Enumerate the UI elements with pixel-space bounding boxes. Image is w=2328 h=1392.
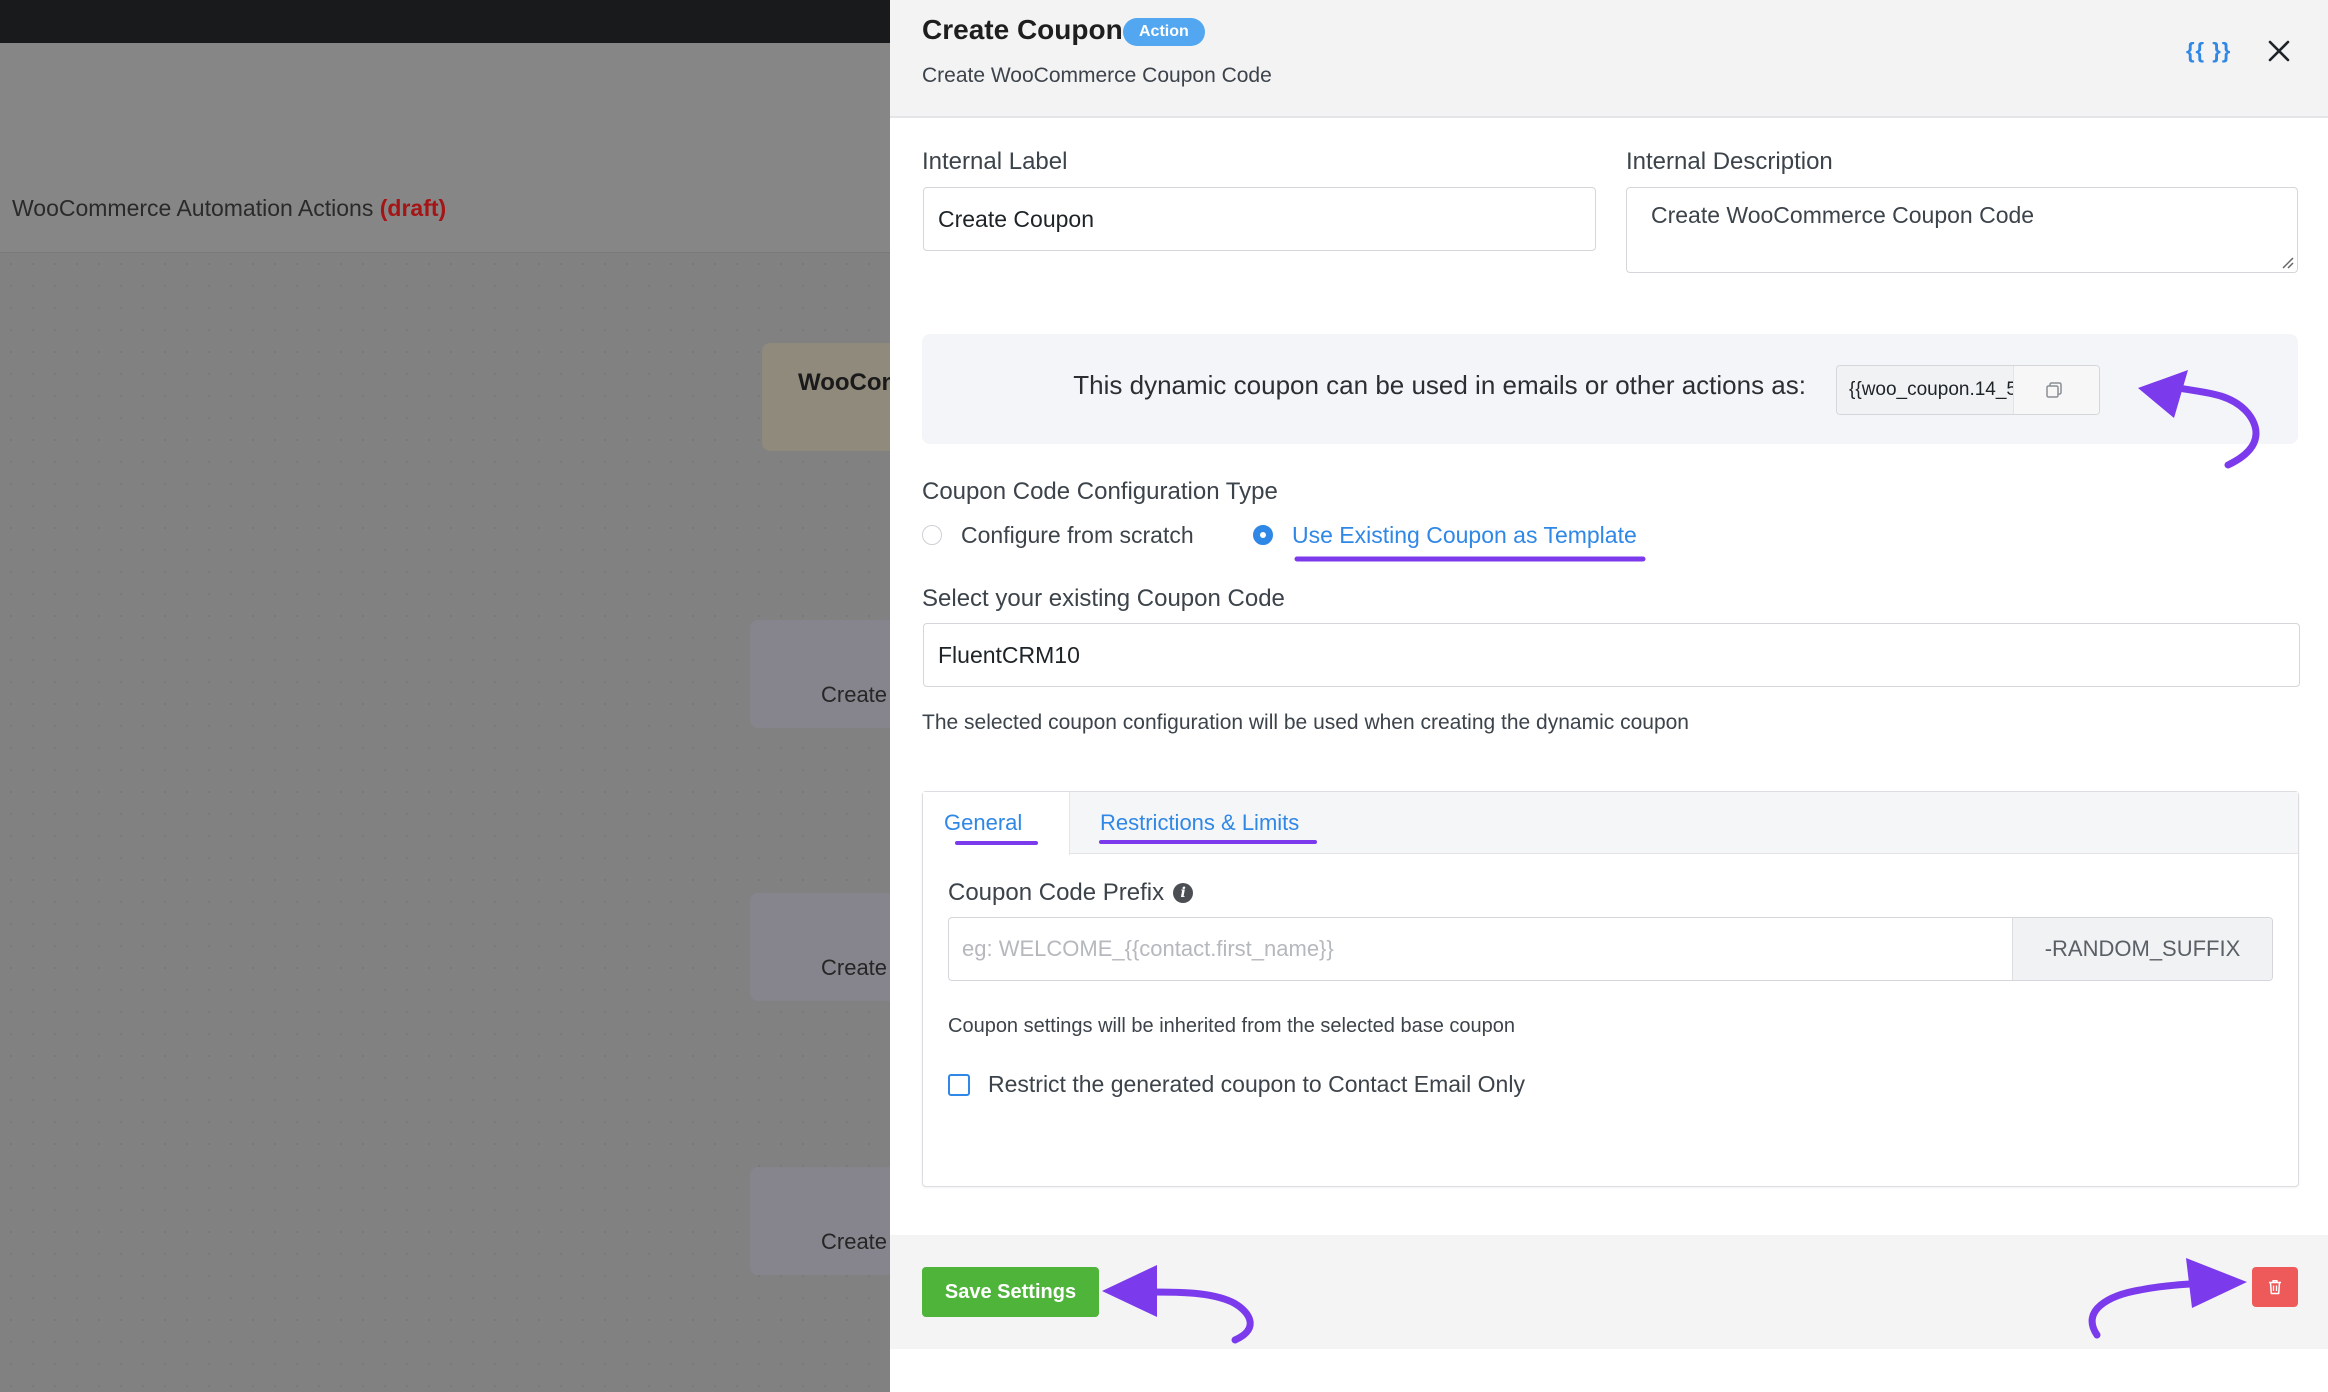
- internal-description-label: Internal Description: [1626, 148, 1833, 175]
- drawer-subtitle: Create WooCommerce Coupon Code: [922, 64, 1272, 87]
- copy-button[interactable]: [2013, 366, 2099, 414]
- restrict-email-option[interactable]: Restrict the generated coupon to Contact…: [948, 1071, 1525, 1098]
- restrict-email-label: Restrict the generated coupon to Contact…: [988, 1071, 1525, 1097]
- automation-title: WooCommerce Automation Actions (draft): [12, 195, 446, 222]
- delete-button[interactable]: [2252, 1267, 2298, 1307]
- smartcode-button[interactable]: {{ }}: [2186, 38, 2231, 64]
- existing-coupon-label: Select your existing Coupon Code: [922, 585, 1285, 612]
- save-settings-button[interactable]: Save Settings: [922, 1267, 1099, 1317]
- existing-coupon-help: The selected coupon configuration will b…: [922, 711, 1689, 734]
- draft-status: (draft): [379, 195, 447, 221]
- radio-use-existing-template[interactable]: Use Existing Coupon as Template: [1253, 520, 1637, 550]
- coupon-prefix-label-text: Coupon Code Prefix: [948, 879, 1165, 906]
- drawer-title: Create Coupon: [922, 14, 1123, 45]
- resize-grip-icon[interactable]: [2280, 255, 2294, 269]
- trash-icon: [2269, 1280, 2281, 1295]
- dynamic-coupon-notice: This dynamic coupon can be used in email…: [922, 334, 2298, 444]
- action-badge: Action: [1123, 18, 1205, 46]
- inherit-note: Coupon settings will be inherited from t…: [948, 1015, 1516, 1037]
- existing-coupon-select[interactable]: FluentCRM10: [923, 623, 2300, 687]
- coupon-prefix-group: eg: WELCOME_{{contact.first_name}} -RAND…: [948, 917, 2273, 981]
- automation-title-text: WooCommerce Automation Actions: [12, 195, 374, 221]
- tab-general-label: General: [944, 810, 1023, 835]
- close-icon: [2268, 40, 2290, 62]
- internal-description-value: Create WooCommerce Coupon Code: [1651, 202, 2035, 228]
- radio-configure-from-scratch[interactable]: Configure from scratch: [922, 520, 1194, 550]
- internal-label-input[interactable]: Create Coupon: [923, 187, 1596, 251]
- dynamic-coupon-notice-text: This dynamic coupon can be used in email…: [1073, 370, 1806, 400]
- coupon-prefix-input[interactable]: eg: WELCOME_{{contact.first_name}}: [949, 918, 2012, 980]
- radio-label: Configure from scratch: [961, 521, 1194, 548]
- close-button[interactable]: [2264, 36, 2294, 66]
- config-type-label: Coupon Code Configuration Type: [922, 478, 1278, 505]
- internal-label-label: Internal Label: [922, 148, 1068, 175]
- action-settings-drawer: Create Coupon Action Create WooCommerce …: [890, 0, 2328, 1392]
- tab-restrictions-label: Restrictions & Limits: [1100, 810, 1300, 835]
- random-suffix-addon: -RANDOM_SUFFIX: [2012, 918, 2272, 980]
- copy-icon: [2046, 382, 2062, 398]
- action-node-label: Create: [821, 955, 888, 980]
- tab-general[interactable]: General: [923, 792, 1070, 855]
- dynamic-coupon-code-field[interactable]: {{woo_coupon.14_51}}: [1836, 365, 2100, 415]
- coupon-settings-panel: General Restrictions & Limits Coupon Cod…: [922, 791, 2299, 1187]
- radio-label: Use Existing Coupon as Template: [1292, 521, 1637, 548]
- radio-button[interactable]: [922, 525, 942, 545]
- trigger-node-label: WooCon: [798, 369, 897, 396]
- tabs-bar: General Restrictions & Limits: [923, 792, 2298, 855]
- info-icon[interactable]: i: [1173, 883, 1194, 903]
- internal-description-textarea[interactable]: Create WooCommerce Coupon Code: [1626, 187, 2298, 273]
- drawer-header: Create Coupon Action Create WooCommerce …: [890, 0, 2328, 118]
- drawer-footer: Save Settings: [890, 1235, 2328, 1349]
- coupon-prefix-label: Coupon Code Prefix i: [948, 879, 1194, 907]
- action-node-label: Create: [821, 682, 888, 707]
- restrict-email-checkbox[interactable]: [948, 1073, 970, 1096]
- radio-button-selected[interactable]: [1253, 525, 1273, 545]
- action-node-label: Create: [821, 1229, 888, 1254]
